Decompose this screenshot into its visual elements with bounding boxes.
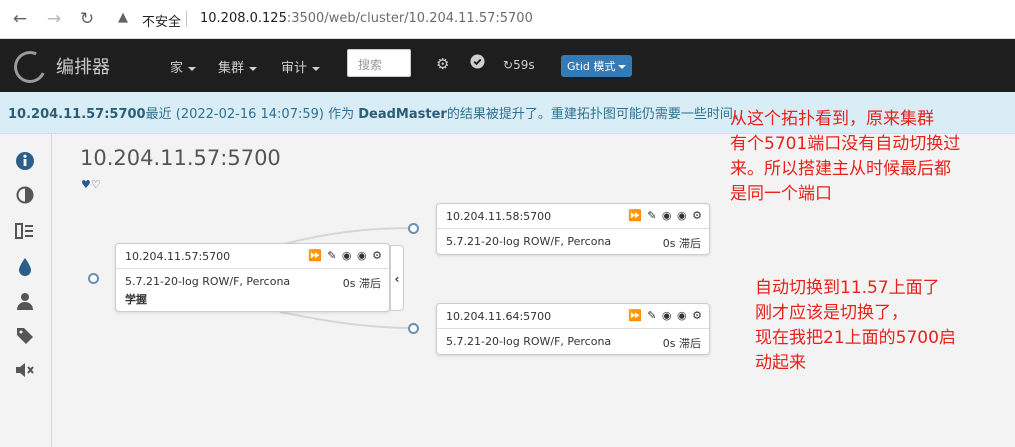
node-replica1-body: 5.7.21-20-log ROW/F, Percona 0s 滞后 — [437, 229, 709, 254]
node-replica1-lag: 0s 滞后 — [662, 237, 701, 250]
node-actions: ⏩ ✎ ◉ ◉ ⚙ — [308, 249, 383, 262]
node-replica2-lag: 0s 滞后 — [662, 337, 701, 350]
annotation-bottom: 自动切换到11.57上面了 刚才应该是切换了， 现在我把21上面的5700启 动… — [755, 278, 956, 373]
node-replica1[interactable]: 10.204.11.58:5700 ⏩ ✎ ◉ ◉ ⚙ 5.7.21-20-lo… — [436, 203, 710, 255]
node-replica1-header: 10.204.11.58:5700 ⏩ ✎ ◉ ◉ ⚙ — [437, 204, 709, 229]
globe-icon[interactable]: ◉ — [662, 209, 673, 222]
node-master[interactable]: 10.204.11.57:5700 ⏩ ✎ ◉ ◉ ⚙ 5.7.21-20-lo… — [115, 243, 390, 312]
node-master-header: 10.204.11.57:5700 ⏩ ✎ ◉ ◉ ⚙ — [116, 244, 389, 269]
replica1-connector-dot[interactable] — [408, 223, 419, 234]
forward-icon[interactable]: ⏩ — [628, 309, 643, 322]
replica2-connector-dot[interactable] — [408, 323, 419, 334]
node-replica1-host: 10.204.11.58:5700 — [446, 210, 552, 223]
node-master-body: 5.7.21-20-log ROW/F, Percona 0s 滞后 学握 — [116, 269, 389, 313]
link-master-replica2 — [279, 311, 414, 329]
node-replica2-host: 10.204.11.64:5700 — [446, 310, 552, 323]
collapse-chevron-icon[interactable]: ‹ — [390, 245, 404, 311]
node-replica2-body: 5.7.21-20-log ROW/F, Percona 0s 滞后 — [437, 329, 709, 354]
edit-icon[interactable]: ✎ — [327, 249, 337, 262]
master-connector-dot[interactable] — [88, 273, 99, 284]
gear-icon[interactable]: ⚙ — [692, 209, 703, 222]
globe-icon[interactable]: ◉ — [342, 249, 353, 262]
node-master-version: 5.7.21-20-log ROW/F, Percona — [125, 275, 291, 288]
node-master-host: 10.204.11.57:5700 — [125, 250, 231, 263]
globe-icon[interactable]: ◉ — [662, 309, 673, 322]
globe-icon[interactable]: ◉ — [357, 249, 368, 262]
node-actions: ⏩ ✎ ◉ ◉ ⚙ — [628, 309, 703, 322]
node-replica2-header: 10.204.11.64:5700 ⏩ ✎ ◉ ◉ ⚙ — [437, 304, 709, 329]
node-replica2[interactable]: 10.204.11.64:5700 ⏩ ✎ ◉ ◉ ⚙ 5.7.21-20-lo… — [436, 303, 710, 355]
forward-icon[interactable]: ⏩ — [628, 209, 643, 222]
edit-icon[interactable]: ✎ — [647, 309, 657, 322]
globe-icon[interactable]: ◉ — [677, 209, 688, 222]
gear-icon[interactable]: ⚙ — [692, 309, 703, 322]
globe-icon[interactable]: ◉ — [677, 309, 688, 322]
edit-icon[interactable]: ✎ — [647, 209, 657, 222]
gear-icon[interactable]: ⚙ — [372, 249, 383, 262]
forward-icon[interactable]: ⏩ — [308, 249, 323, 262]
node-master-lag: 0s 滞后 — [342, 277, 381, 290]
annotation-top: 从这个拓扑看到，原来集群 有个5701端口没有自动切换过 来。所以搭建主从时候最… — [730, 109, 961, 204]
node-actions: ⏩ ✎ ◉ ◉ ⚙ — [628, 209, 703, 222]
node-master-extra: 学握 — [125, 293, 147, 306]
